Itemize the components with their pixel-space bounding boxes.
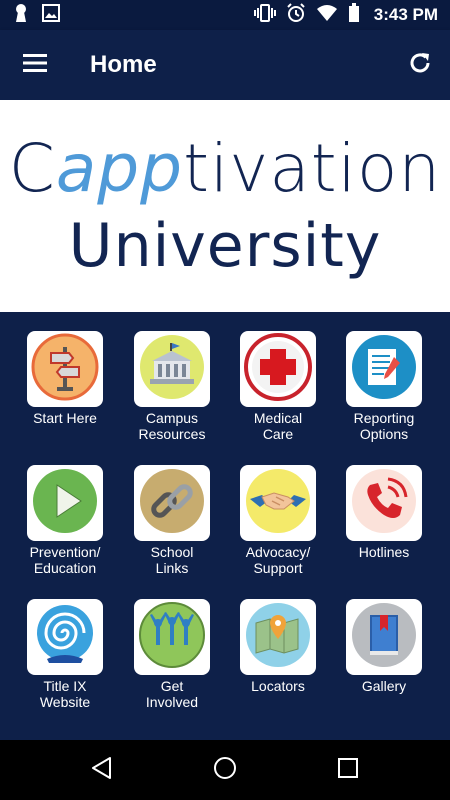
tile-label: Advocacy/Support	[245, 544, 311, 576]
recents-icon	[337, 757, 359, 784]
tile-icon-box	[134, 599, 210, 675]
tile-icon-box	[346, 599, 422, 675]
hamburger-menu-icon	[23, 53, 47, 77]
tile-advocacy-support[interactable]: Advocacy/Support	[225, 465, 331, 576]
tile-icon-box	[346, 331, 422, 407]
university-banner: Capptivation University	[0, 100, 450, 312]
chain-link-icon	[138, 467, 206, 540]
refresh-button[interactable]	[390, 30, 450, 100]
tile-icon-box	[27, 331, 103, 407]
back-button[interactable]	[77, 745, 127, 795]
keyhole-icon	[14, 3, 28, 28]
tile-locators[interactable]: Locators	[225, 599, 331, 694]
tile-label: Title IX Website	[39, 678, 91, 710]
tile-start-here[interactable]: Start Here	[12, 331, 118, 426]
red-cross-icon	[244, 332, 312, 406]
tile-label: Reporting Options	[353, 410, 415, 442]
banner-c: C	[8, 130, 56, 207]
status-time: 3:43 PM	[373, 5, 438, 24]
system-nav-bar	[0, 740, 450, 800]
vibrate-icon	[253, 3, 276, 27]
tile-label: Get Involved	[145, 678, 199, 710]
tile-label: Gallery	[361, 678, 407, 694]
play-icon	[31, 467, 99, 540]
status-bar: 3:43 PM	[0, 0, 450, 30]
tile-reporting-options[interactable]: Reporting Options	[331, 331, 437, 442]
home-icon	[213, 756, 237, 785]
banner-tivation: tivation	[183, 130, 442, 207]
handshake-icon	[244, 467, 312, 540]
tile-prevention-education[interactable]: Prevention/Education	[12, 465, 118, 576]
map-pin-icon	[244, 601, 312, 674]
tile-label: School Links	[150, 544, 194, 576]
banner-brand-name: Capptivation	[9, 136, 441, 202]
campus-building-icon	[138, 333, 206, 406]
menu-button[interactable]	[0, 30, 70, 100]
tile-label: Hotlines	[358, 544, 410, 560]
phone-ringing-icon	[350, 467, 418, 540]
tile-label: Prevention/Education	[29, 544, 101, 576]
wifi-icon	[316, 4, 338, 27]
recents-button[interactable]	[323, 745, 373, 795]
back-icon	[90, 756, 114, 785]
battery-icon	[348, 2, 360, 28]
alarm-icon	[286, 2, 306, 28]
tile-medical-care[interactable]: Medical Care	[225, 331, 331, 442]
banner-app-accent: app	[55, 130, 184, 207]
tile-title-ix-website[interactable]: Title IX Website	[12, 599, 118, 710]
tile-school-links[interactable]: School Links	[119, 465, 225, 576]
home-button[interactable]	[200, 745, 250, 795]
menu-grid: Start Here Campus Resources Medical Care…	[0, 312, 450, 740]
tile-icon-box	[346, 465, 422, 541]
tile-label: Start Here	[33, 410, 97, 426]
refresh-icon	[408, 51, 432, 80]
tile-label: Campus Resources	[138, 410, 206, 442]
page-title: Home	[90, 51, 157, 78]
tile-icon-box	[240, 331, 316, 407]
report-document-icon	[350, 333, 418, 406]
book-icon	[350, 601, 418, 674]
signpost-icon	[31, 333, 99, 406]
banner-university: University	[68, 211, 382, 281]
tile-icon-box	[134, 465, 210, 541]
people-group-icon	[138, 601, 206, 674]
app-bar: Home	[0, 30, 450, 100]
spiral-globe-icon	[31, 601, 99, 674]
tile-label: Medical Care	[253, 410, 303, 442]
image-icon	[42, 3, 60, 27]
tile-icon-box	[240, 465, 316, 541]
tile-icon-box	[27, 465, 103, 541]
tile-hotlines[interactable]: Hotlines	[331, 465, 437, 560]
tile-gallery[interactable]: Gallery	[331, 599, 437, 694]
tile-icon-box	[134, 331, 210, 407]
tile-icon-box	[27, 599, 103, 675]
tile-get-involved[interactable]: Get Involved	[119, 599, 225, 710]
tile-label: Locators	[251, 678, 305, 694]
tile-campus-resources[interactable]: Campus Resources	[119, 331, 225, 442]
tile-icon-box	[240, 599, 316, 675]
